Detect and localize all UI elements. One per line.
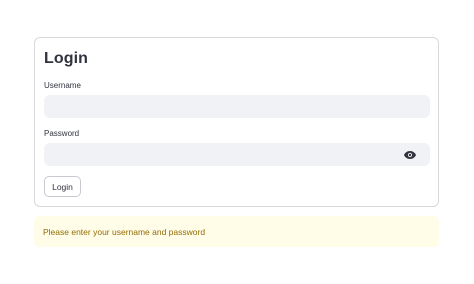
login-button[interactable]: Login [44,176,81,197]
password-input[interactable] [44,143,430,166]
alert-message: Please enter your username and password [43,227,206,237]
warning-alert: Please enter your username and password [34,216,439,247]
form-title: Login [44,50,89,67]
password-label: Password [44,129,80,138]
eye-icon[interactable] [402,147,418,163]
login-form: Login Username Password Login [34,37,439,207]
username-input[interactable] [44,95,430,118]
username-label: Username [44,81,81,90]
